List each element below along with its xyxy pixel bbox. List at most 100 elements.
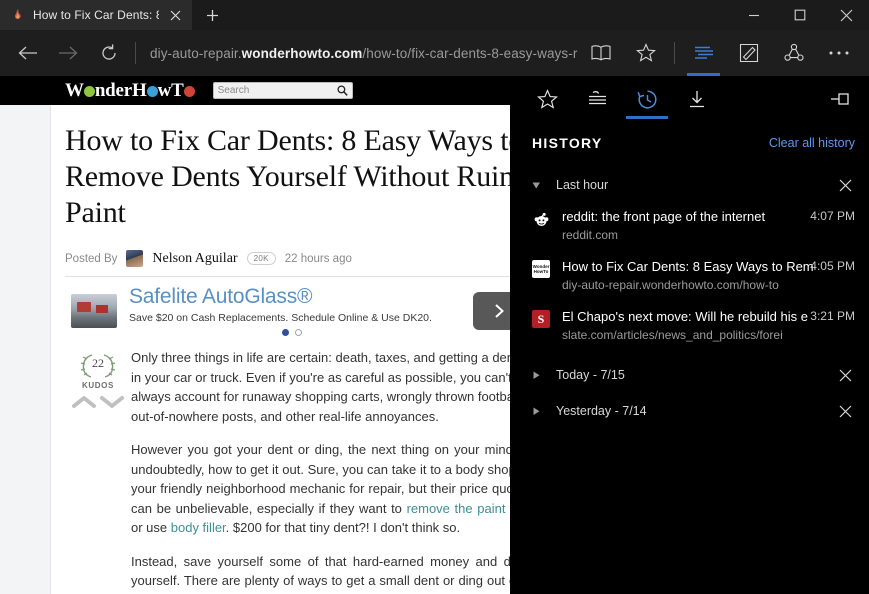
page-left-gutter bbox=[0, 76, 51, 594]
hub-tab-history[interactable] bbox=[624, 76, 670, 122]
history-group-header[interactable]: Yesterday - 7/14 bbox=[510, 394, 869, 428]
close-icon[interactable] bbox=[166, 6, 184, 24]
kudos-wreath-icon: 22 bbox=[72, 352, 124, 380]
history-item-url: reddit.com bbox=[562, 228, 619, 242]
minimize-button[interactable] bbox=[731, 0, 777, 30]
advertisement[interactable]: Safelite AutoGlass® Save $20 on Cash Rep… bbox=[65, 285, 525, 336]
history-group-label: Last hour bbox=[556, 178, 609, 192]
hub-tab-downloads[interactable] bbox=[674, 76, 720, 122]
carousel-dot-active[interactable] bbox=[282, 329, 289, 336]
hub-icon[interactable] bbox=[681, 30, 726, 76]
hub-tab-bar bbox=[510, 76, 869, 122]
kudos-up-icon[interactable] bbox=[71, 394, 97, 410]
carousel-dot[interactable] bbox=[295, 329, 302, 336]
kudos-widget[interactable]: 22 KUDOS bbox=[65, 348, 131, 594]
slate-icon: S bbox=[532, 310, 550, 328]
chevron-right-icon[interactable] bbox=[532, 407, 548, 416]
paragraph: Instead, save yourself some of that hard… bbox=[131, 553, 531, 594]
ad-description: Save $20 on Cash Replacements. Schedule … bbox=[129, 312, 432, 324]
logo-dot-red bbox=[183, 85, 195, 97]
logo-part-1: W bbox=[65, 79, 84, 101]
address-bar[interactable]: diy-auto-repair.wonderhowto.com/how-to/f… bbox=[134, 37, 578, 69]
address-text: diy-auto-repair.wonderhowto.com/how-to/f… bbox=[150, 46, 578, 61]
history-item-url: diy-auto-repair.wonderhowto.com/how-to bbox=[562, 278, 779, 292]
paragraph: Only three things in life are certain: d… bbox=[131, 350, 530, 424]
tab-title: How to Fix Car Dents: 8 bbox=[33, 8, 159, 22]
more-icon[interactable] bbox=[816, 30, 861, 76]
hub-tab-favorites[interactable] bbox=[524, 76, 570, 122]
avatar bbox=[126, 250, 144, 267]
history-item[interactable]: Wonder HowTo How to Fix Car Dents: 8 Easy… bbox=[510, 252, 869, 302]
share-icon[interactable] bbox=[771, 30, 816, 76]
hub-tab-reading-list[interactable] bbox=[574, 76, 620, 122]
browser-window: How to Fix Car Dents: 8 diy-auto-repair.… bbox=[0, 0, 869, 594]
maximize-button[interactable] bbox=[777, 0, 823, 30]
history-item-text: El Chapo's next move: Will he rebuild hi… bbox=[550, 308, 808, 344]
tab-strip: How to Fix Car Dents: 8 bbox=[0, 0, 869, 30]
browser-tab[interactable]: How to Fix Car Dents: 8 bbox=[0, 0, 192, 30]
clear-group-icon[interactable] bbox=[835, 175, 855, 195]
kudos-vote-arrows[interactable] bbox=[65, 394, 131, 410]
history-item-time: 4:07 PM bbox=[810, 209, 855, 223]
address-domain: wonderhowto.com bbox=[241, 45, 363, 61]
search-icon[interactable] bbox=[337, 85, 348, 96]
author-name[interactable]: Nelson Aguilar bbox=[152, 251, 237, 267]
history-item-time: 3:21 PM bbox=[810, 309, 855, 323]
toolbar-divider bbox=[674, 42, 676, 64]
history-item-url: slate.com/articles/news_and_politics/for… bbox=[562, 328, 783, 342]
address-divider bbox=[134, 42, 136, 64]
reddit-icon bbox=[532, 210, 550, 228]
history-item-title: reddit: the front page of the internet bbox=[562, 209, 766, 224]
hub-panel: HISTORY Clear all history Last hour redd… bbox=[510, 76, 869, 594]
history-item-title: El Chapo's next move: Will he rebuild hi… bbox=[562, 309, 808, 324]
history-item-text: How to Fix Car Dents: 8 Easy Ways to Rem… bbox=[550, 258, 814, 294]
reading-view-icon[interactable] bbox=[578, 30, 623, 76]
timestamp: 22 hours ago bbox=[284, 252, 352, 265]
new-tab-button[interactable] bbox=[192, 0, 232, 30]
wonderhowto-icon: Wonder HowTo bbox=[532, 260, 550, 278]
site-search-input[interactable]: Search bbox=[212, 82, 353, 99]
pin-pane-icon[interactable] bbox=[823, 76, 857, 122]
favorites-star-icon[interactable] bbox=[623, 30, 668, 76]
ad-carousel-dots[interactable] bbox=[129, 329, 455, 336]
toolbar-icons bbox=[578, 30, 861, 76]
history-item[interactable]: reddit: the front page of the internet r… bbox=[510, 202, 869, 252]
address-path: /how-to/fix-car-dents-8-easy-ways-rem bbox=[362, 45, 579, 61]
clear-all-history-button[interactable]: Clear all history bbox=[769, 136, 855, 150]
chevron-down-icon[interactable] bbox=[532, 181, 548, 190]
kudos-down-icon[interactable] bbox=[99, 394, 125, 410]
history-group-header[interactable]: Last hour bbox=[510, 168, 869, 202]
chevron-right-icon[interactable] bbox=[532, 371, 548, 380]
refresh-button[interactable] bbox=[89, 33, 129, 73]
hub-title: HISTORY bbox=[532, 135, 603, 151]
navigation-bar: diy-auto-repair.wonderhowto.com/how-to/f… bbox=[0, 30, 869, 76]
web-note-icon[interactable] bbox=[726, 30, 771, 76]
kudos-count: 22 bbox=[92, 356, 104, 370]
forward-button[interactable] bbox=[48, 33, 88, 73]
history-group-label: Yesterday - 7/14 bbox=[556, 404, 647, 418]
ad-title[interactable]: Safelite AutoGlass® bbox=[129, 285, 455, 309]
logo-part-2: nderH bbox=[94, 79, 147, 101]
history-group-label: Today - 7/15 bbox=[556, 368, 625, 382]
logo-part-3: wT bbox=[157, 79, 184, 101]
history-item[interactable]: S El Chapo's next move: Will he rebuild … bbox=[510, 302, 869, 352]
address-prefix: diy-auto-repair. bbox=[149, 45, 242, 61]
history-group-header[interactable]: Today - 7/15 bbox=[510, 358, 869, 392]
wonderhowto-flame-icon bbox=[10, 7, 26, 23]
ad-body: Safelite AutoGlass® Save $20 on Cash Rep… bbox=[129, 285, 455, 336]
posted-by-label: Posted By bbox=[65, 252, 118, 265]
site-header-gutter bbox=[0, 76, 51, 105]
clear-group-icon[interactable] bbox=[835, 401, 855, 421]
back-button[interactable] bbox=[8, 33, 48, 73]
author-badge: 20K bbox=[246, 252, 276, 265]
close-button[interactable] bbox=[823, 0, 869, 30]
history-item-title: How to Fix Car Dents: 8 Easy Ways to Rem bbox=[562, 259, 814, 274]
article-link[interactable]: body filler bbox=[171, 520, 226, 535]
logo-dot-blue bbox=[146, 85, 158, 97]
wonderhowto-logo[interactable]: WnderH wT bbox=[65, 80, 195, 102]
history-item-text: reddit: the front page of the internet r… bbox=[550, 208, 797, 244]
window-controls bbox=[731, 0, 869, 30]
clear-group-icon[interactable] bbox=[835, 365, 855, 385]
paragraph: However you got your dent or ding, the n… bbox=[131, 442, 532, 535]
history-item-time: 4:05 PM bbox=[810, 259, 855, 273]
